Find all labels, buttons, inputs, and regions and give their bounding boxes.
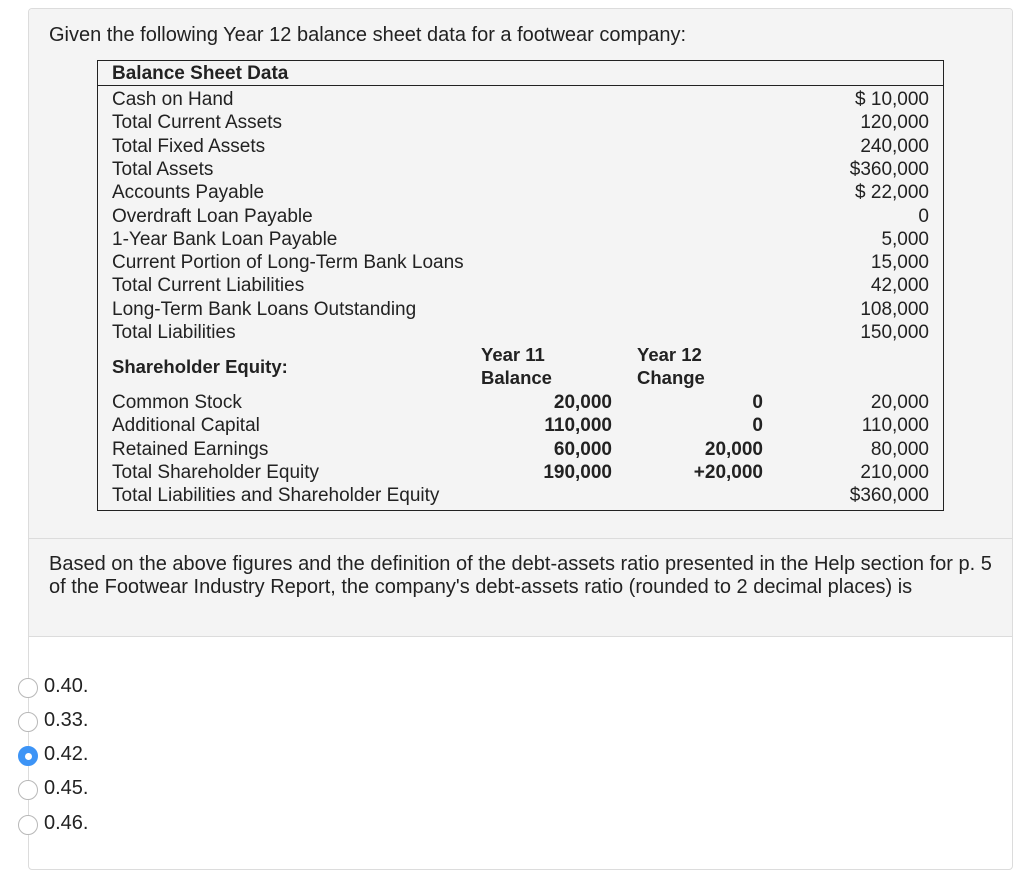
row-value: 120,000 xyxy=(860,112,929,134)
row-value: 15,000 xyxy=(870,252,929,274)
question-text: Based on the above figures and the defin… xyxy=(49,553,992,598)
year11-value: 20,000 xyxy=(553,392,612,413)
row-label: Accounts Payable xyxy=(112,182,265,204)
balance-sheet-table: Balance Sheet Data Cash on Hand $ 10,000… xyxy=(97,60,944,511)
table-row: Total Assets $360,000 xyxy=(112,158,929,181)
row-value: 42,000 xyxy=(870,275,929,297)
row-value: 150,000 xyxy=(860,322,929,343)
table-row: Long-Term Bank Loans Outstanding 108,000 xyxy=(112,298,929,321)
answer-option[interactable]: 0.46. xyxy=(18,809,218,839)
answer-label: 0.46. xyxy=(44,812,89,834)
table-row: Total Current Assets 120,000 xyxy=(112,111,929,134)
answer-option[interactable]: 0.40. xyxy=(18,672,218,702)
row-value: 5,000 xyxy=(881,228,929,250)
row-label: Cash on Hand xyxy=(112,89,234,110)
radio-button[interactable] xyxy=(18,815,38,835)
equity-heading: Shareholder Equity: xyxy=(112,356,288,377)
change-value: 0 xyxy=(752,415,763,437)
radio-button[interactable] xyxy=(18,678,38,698)
row-value: $360,000 xyxy=(849,158,929,180)
row-value: 210,000 xyxy=(860,461,929,483)
year11-header-line1: Year 11 xyxy=(481,344,545,365)
balance-sheet-title: Balance Sheet Data xyxy=(98,61,943,86)
year12-header-line2: Change xyxy=(637,367,705,388)
answer-label: 0.33. xyxy=(44,709,89,731)
year11-value: 190,000 xyxy=(543,461,612,483)
row-label: Additional Capital xyxy=(112,415,260,437)
row-label: Current Portion of Long-Term Bank Loans xyxy=(112,252,464,274)
change-value: 20,000 xyxy=(704,438,763,460)
row-value: $ 10,000 xyxy=(855,89,929,110)
year11-col-header: Year 11 Balance xyxy=(481,343,552,389)
year11-value: 60,000 xyxy=(553,438,612,460)
radio-button[interactable] xyxy=(18,780,38,800)
table-row: Total Liabilities 150,000 xyxy=(112,321,929,344)
change-value: 0 xyxy=(752,392,763,413)
row-value: 80,000 xyxy=(870,438,929,460)
year11-value: 110,000 xyxy=(544,415,612,437)
row-label: Total Liabilities xyxy=(112,322,236,343)
year12-col-header: Year 12 Change xyxy=(637,343,705,389)
row-label: Total Shareholder Equity xyxy=(112,461,320,483)
table-row: Accounts Payable $ 22,000 xyxy=(112,181,929,204)
row-label: 1-Year Bank Loan Payable xyxy=(112,228,338,250)
table-row: Total Fixed Assets 240,000 xyxy=(112,135,929,158)
answer-option[interactable]: 0.42. xyxy=(18,740,218,770)
year11-header-line2: Balance xyxy=(481,367,552,388)
row-label: Retained Earnings xyxy=(112,438,269,460)
row-label: Total Liabilities and Shareholder Equity xyxy=(112,485,440,507)
table-row: Cash on Hand $ 10,000 xyxy=(112,88,929,111)
question-section: Based on the above figures and the defin… xyxy=(29,539,1012,637)
intro-text: Given the following Year 12 balance shee… xyxy=(49,24,687,46)
answer-option[interactable]: 0.45. xyxy=(18,774,218,804)
table-row: Overdraft Loan Payable 0 xyxy=(112,205,929,228)
row-value: 20,000 xyxy=(870,392,929,413)
row-label: Long-Term Bank Loans Outstanding xyxy=(112,298,417,320)
answer-label: 0.42. xyxy=(44,743,89,765)
row-value: 110,000 xyxy=(861,415,929,437)
row-value: 240,000 xyxy=(860,135,929,157)
radio-button-selected[interactable] xyxy=(18,746,38,766)
row-label: Total Current Liabilities xyxy=(112,275,305,297)
year12-header-line1: Year 12 xyxy=(637,344,702,365)
change-value: +20,000 xyxy=(693,461,763,483)
row-value: 108,000 xyxy=(860,298,929,320)
radio-button[interactable] xyxy=(18,712,38,732)
table-row: Total Current Liabilities 42,000 xyxy=(112,274,929,297)
row-label: Overdraft Loan Payable xyxy=(112,205,313,227)
row-label: Total Current Assets xyxy=(112,112,283,134)
total-liabilities-equity-row: Total Liabilities and Shareholder Equity… xyxy=(112,484,929,507)
table-row: 1-Year Bank Loan Payable 5,000 xyxy=(112,228,929,251)
row-label: Total Assets xyxy=(112,158,214,180)
answer-label: 0.45. xyxy=(44,777,89,799)
equity-row: Retained Earnings 60,000 20,000 80,000 xyxy=(112,438,929,461)
row-value: $ 22,000 xyxy=(855,182,929,204)
equity-row: Common Stock 20,000 0 20,000 xyxy=(112,391,929,414)
row-value: 0 xyxy=(918,205,929,227)
data-section: Given the following Year 12 balance shee… xyxy=(29,9,1012,539)
row-label: Total Fixed Assets xyxy=(112,135,266,157)
row-value: $360,000 xyxy=(849,485,929,507)
table-row: Current Portion of Long-Term Bank Loans … xyxy=(112,251,929,274)
answer-option[interactable]: 0.33. xyxy=(18,706,218,736)
answer-label: 0.40. xyxy=(44,675,89,697)
equity-row: Additional Capital 110,000 0 110,000 xyxy=(112,414,929,437)
row-label: Common Stock xyxy=(112,392,242,413)
equity-row: Total Shareholder Equity 190,000 +20,000… xyxy=(112,461,929,484)
